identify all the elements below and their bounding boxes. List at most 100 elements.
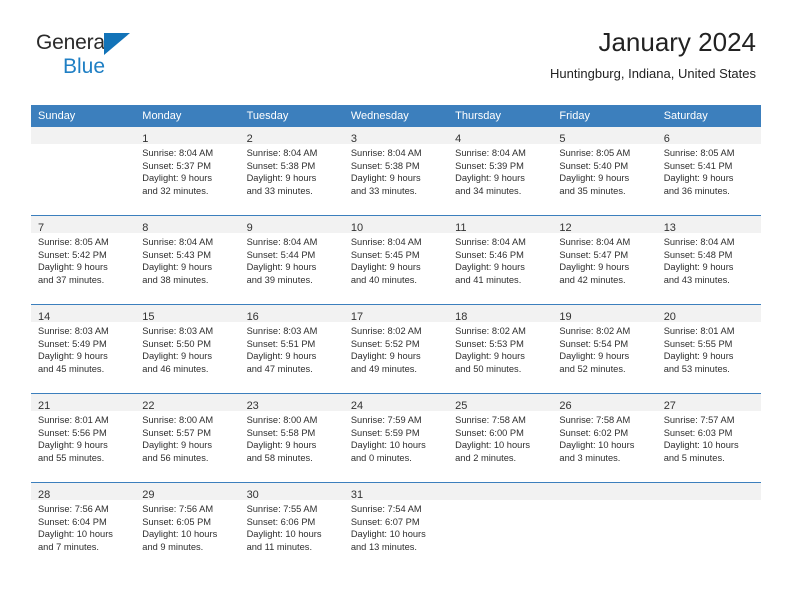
daylight-text-line1: Daylight: 10 hours	[559, 440, 635, 451]
day-details: Sunrise: 7:55 AM Sunset: 6:06 PM Daylight:…	[240, 500, 344, 553]
calendar-day-cell[interactable]: 19 Sunrise: 8:02 AM Sunset: 5:54 PM Dayligh…	[552, 304, 657, 394]
calendar-day-cell[interactable]: 5 Sunrise: 8:05 AM Sunset: 5:40 PM Daylight…	[552, 127, 657, 216]
day-number-band	[552, 483, 657, 500]
day-details: Sunrise: 8:03 AM Sunset: 5:51 PM Daylight:…	[240, 322, 344, 375]
daylight-text-line2: and 34 minutes.	[455, 185, 522, 196]
sunrise-text: Sunrise: 8:04 AM	[350, 148, 422, 158]
daylight-text-line2: and 5 minutes.	[663, 452, 725, 463]
day-details: Sunrise: 8:04 AM Sunset: 5:37 PM Daylight:…	[135, 144, 239, 197]
day-number-band: 14	[31, 305, 136, 323]
calendar-day-cell[interactable]: 29 Sunrise: 7:56 AM Sunset: 6:05 PM Dayligh…	[135, 482, 240, 571]
day-cell-inner: 7 Sunrise: 8:05 AM Sunset: 5:42 PM Daylight…	[31, 216, 136, 304]
calendar-day-cell	[656, 482, 761, 571]
calendar-week-row: 21 Sunrise: 8:01 AM Sunset: 5:56 PM Dayligh…	[31, 393, 761, 483]
calendar-week-row: 14 Sunrise: 8:03 AM Sunset: 5:49 PM Dayligh…	[31, 304, 761, 394]
daylight-text-line1: Daylight: 10 hours	[350, 440, 426, 451]
calendar-day-cell[interactable]: 15 Sunrise: 8:03 AM Sunset: 5:50 PM Dayligh…	[135, 304, 240, 394]
calendar-day-cell[interactable]: 4 Sunrise: 8:04 AM Sunset: 5:39 PM Daylight…	[448, 127, 553, 216]
day-number: 12	[559, 222, 572, 234]
day-number-band: 24	[343, 394, 449, 412]
day-number: 1	[142, 133, 149, 145]
calendar-day-cell[interactable]: 22 Sunrise: 8:00 AM Sunset: 5:57 PM Dayligh…	[135, 393, 240, 483]
calendar-day-cell[interactable]: 27 Sunrise: 7:57 AM Sunset: 6:03 PM Dayligh…	[656, 393, 761, 483]
day-details: Sunrise: 7:58 AM Sunset: 6:00 PM Daylight:…	[448, 411, 552, 464]
day-number: 24	[350, 400, 364, 412]
calendar-day-cell[interactable]: 20 Sunrise: 8:01 AM Sunset: 5:55 PM Dayligh…	[656, 304, 761, 394]
sunrise-text: Sunrise: 7:58 AM	[455, 415, 526, 425]
calendar-day-cell[interactable]: 24 Sunrise: 7:59 AM Sunset: 5:59 PM Dayligh…	[343, 393, 449, 483]
day-cell-inner: 2 Sunrise: 8:04 AM Sunset: 5:38 PM Daylight…	[239, 127, 344, 215]
sunset-text: Sunset: 6:00 PM	[455, 427, 524, 438]
calendar-day-cell[interactable]: 3 Sunrise: 8:04 AM Sunset: 5:38 PM Daylight…	[343, 127, 449, 216]
day-cell-inner: 6 Sunrise: 8:05 AM Sunset: 5:41 PM Daylight…	[656, 127, 761, 215]
sunrise-text: Sunrise: 8:01 AM	[663, 326, 735, 336]
daylight-text-line1: Daylight: 10 hours	[663, 440, 739, 451]
daylight-text-line2: and 40 minutes.	[350, 274, 417, 285]
day-number: 9	[246, 222, 253, 234]
daylight-text-line2: and 49 minutes.	[350, 363, 417, 374]
daylight-text-line2: and 7 minutes.	[38, 541, 99, 552]
daylight-text-line2: and 52 minutes.	[559, 363, 626, 374]
calendar-day-cell[interactable]: 23 Sunrise: 8:00 AM Sunset: 5:58 PM Dayligh…	[239, 393, 344, 483]
day-number-band: 28	[31, 483, 136, 501]
day-number: 8	[142, 222, 149, 234]
day-number: 27	[663, 400, 676, 412]
sunrise-text: Sunrise: 8:00 AM	[246, 415, 318, 425]
calendar-day-cell[interactable]: 13 Sunrise: 8:04 AM Sunset: 5:48 PM Dayligh…	[656, 215, 761, 305]
sunset-text: Sunset: 5:39 PM	[455, 160, 524, 171]
daylight-text-line1: Daylight: 9 hours	[142, 351, 213, 362]
calendar-day-cell	[552, 482, 657, 571]
calendar-day-cell[interactable]: 9 Sunrise: 8:04 AM Sunset: 5:44 PM Daylight…	[239, 215, 344, 305]
daylight-text-line2: and 3 minutes.	[559, 452, 621, 463]
calendar-day-cell[interactable]: 1 Sunrise: 8:04 AM Sunset: 5:37 PM Daylight…	[135, 127, 240, 216]
sunrise-text: Sunrise: 7:56 AM	[38, 504, 109, 514]
day-number: 15	[142, 311, 155, 323]
sunrise-text: Sunrise: 8:04 AM	[246, 148, 318, 158]
weekday-header-friday: Friday	[552, 105, 657, 127]
sunrise-text: Sunrise: 8:04 AM	[663, 237, 735, 247]
calendar-day-cell[interactable]: 26 Sunrise: 7:58 AM Sunset: 6:02 PM Dayligh…	[552, 393, 657, 483]
daylight-text-line1: Daylight: 9 hours	[142, 262, 213, 273]
calendar-day-cell[interactable]: 25 Sunrise: 7:58 AM Sunset: 6:00 PM Dayligh…	[448, 393, 553, 483]
calendar-day-cell[interactable]: 2 Sunrise: 8:04 AM Sunset: 5:38 PM Daylight…	[239, 127, 344, 216]
calendar-day-cell[interactable]: 30 Sunrise: 7:55 AM Sunset: 6:06 PM Dayligh…	[239, 482, 344, 571]
calendar-day-cell[interactable]: 16 Sunrise: 8:03 AM Sunset: 5:51 PM Dayligh…	[239, 304, 344, 394]
calendar-day-cell[interactable]: 12 Sunrise: 8:04 AM Sunset: 5:47 PM Dayligh…	[552, 215, 657, 305]
daylight-text-line1: Daylight: 9 hours	[350, 262, 421, 273]
calendar-day-cell[interactable]: 17 Sunrise: 8:02 AM Sunset: 5:52 PM Dayligh…	[343, 304, 449, 394]
weekday-header-monday: Monday	[135, 105, 240, 127]
day-number: 26	[559, 400, 572, 412]
sunrise-text: Sunrise: 8:03 AM	[38, 326, 109, 336]
daylight-text-line1: Daylight: 10 hours	[350, 529, 426, 540]
calendar-day-cell[interactable]: 31 Sunrise: 7:54 AM Sunset: 6:07 PM Dayligh…	[343, 482, 449, 571]
calendar-day-cell[interactable]: 28 Sunrise: 7:56 AM Sunset: 6:04 PM Dayligh…	[31, 482, 136, 571]
day-cell-inner: 30 Sunrise: 7:55 AM Sunset: 6:06 PM Dayligh…	[239, 483, 344, 571]
day-cell-inner: 15 Sunrise: 8:03 AM Sunset: 5:50 PM Dayligh…	[135, 305, 240, 393]
generalblue-logo[interactable]: General Blue	[36, 31, 216, 87]
logo-text-general: General	[36, 31, 110, 54]
daylight-text-line2: and 45 minutes.	[38, 363, 105, 374]
day-details: Sunrise: 7:56 AM Sunset: 6:05 PM Daylight:…	[135, 500, 239, 553]
sunset-text: Sunset: 5:56 PM	[38, 427, 107, 438]
day-number: 5	[559, 133, 566, 145]
day-number: 25	[455, 400, 468, 412]
calendar-day-cell[interactable]: 6 Sunrise: 8:05 AM Sunset: 5:41 PM Daylight…	[656, 127, 761, 216]
calendar-day-cell[interactable]: 7 Sunrise: 8:05 AM Sunset: 5:42 PM Daylight…	[31, 215, 136, 305]
calendar-day-cell[interactable]: 11 Sunrise: 8:04 AM Sunset: 5:46 PM Dayligh…	[448, 215, 553, 305]
day-number: 10	[350, 222, 364, 234]
day-number: 17	[350, 311, 364, 323]
day-number: 22	[142, 400, 155, 412]
calendar-day-cell[interactable]: 8 Sunrise: 8:04 AM Sunset: 5:43 PM Daylight…	[135, 215, 240, 305]
daylight-text-line1: Daylight: 10 hours	[246, 529, 322, 540]
calendar-day-cell[interactable]: 14 Sunrise: 8:03 AM Sunset: 5:49 PM Dayligh…	[31, 304, 136, 394]
day-number-band: 27	[656, 394, 761, 412]
calendar-day-cell[interactable]: 10 Sunrise: 8:04 AM Sunset: 5:45 PM Dayligh…	[343, 215, 449, 305]
day-number: 4	[455, 133, 462, 145]
sunrise-text: Sunrise: 8:01 AM	[38, 415, 109, 425]
calendar-day-cell[interactable]: 18 Sunrise: 8:02 AM Sunset: 5:53 PM Dayligh…	[448, 304, 553, 394]
calendar-day-cell[interactable]: 21 Sunrise: 8:01 AM Sunset: 5:56 PM Dayligh…	[31, 393, 136, 483]
day-details: Sunrise: 8:01 AM Sunset: 5:55 PM Daylight:…	[657, 322, 761, 375]
day-number-band: 22	[135, 394, 240, 412]
day-cell-inner: 14 Sunrise: 8:03 AM Sunset: 5:49 PM Dayligh…	[31, 305, 136, 393]
day-number-band: 15	[135, 305, 240, 323]
